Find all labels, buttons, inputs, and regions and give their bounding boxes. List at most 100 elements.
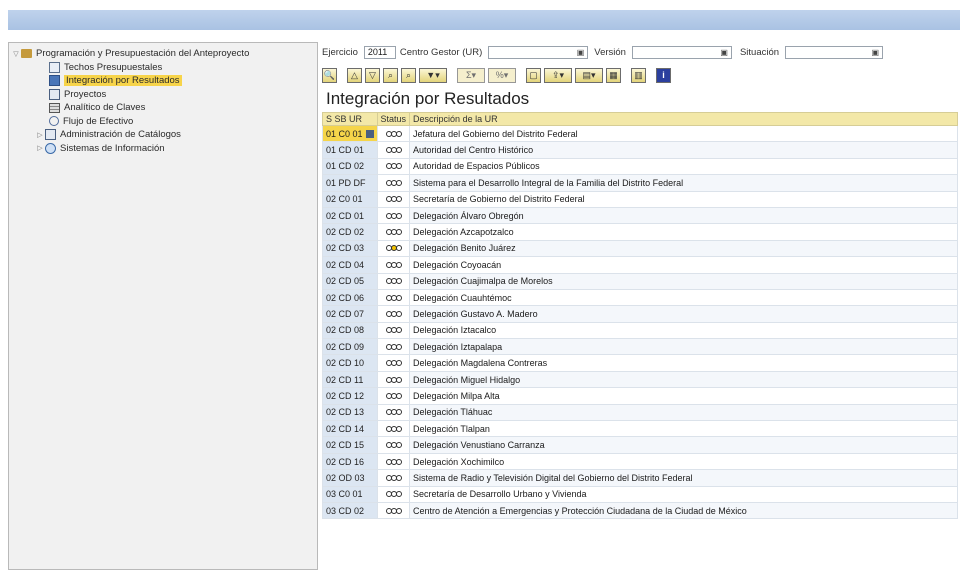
find-next-button[interactable]: ⌕	[401, 67, 416, 83]
table-row[interactable]: 03 C0 01 Secretaría de Desarrollo Urbano …	[322, 485, 958, 503]
table-row[interactable]: 02 CD 16 Delegación Xochimilco	[322, 452, 958, 471]
ur-code-cell[interactable]: 02 CD 03	[322, 239, 378, 258]
ur-code-cell[interactable]: 02 CD 01	[322, 206, 378, 225]
ur-code-cell[interactable]: 03 C0 01	[322, 485, 378, 503]
folder-icon	[21, 49, 32, 59]
expand-icon[interactable]: ▷	[35, 131, 45, 139]
table-row[interactable]: 02 CD 12 Delegación Milpa Alta	[322, 387, 958, 405]
status-cell	[376, 305, 411, 323]
subtotal-button[interactable]: %▾	[488, 67, 516, 83]
status-cell	[376, 338, 411, 356]
table-row[interactable]: 02 CD 07 Delegación Gustavo A. Madero	[322, 305, 958, 323]
version-field[interactable]: ▣	[631, 45, 732, 59]
dropdown-icon[interactable]: ▣	[577, 48, 585, 57]
dropdown-icon[interactable]: ▣	[720, 48, 728, 57]
ur-code-cell[interactable]: 02 CD 15	[322, 436, 378, 454]
tree-node-integracion[interactable]: Integración por Resultados	[9, 74, 317, 88]
tree-node-sistemas[interactable]: ▷ Sistemas de Información	[9, 142, 317, 156]
print-preview-button[interactable]: ▢	[526, 67, 541, 83]
ur-code-cell[interactable]: 01 CD 01	[322, 141, 378, 159]
ur-code-cell[interactable]: 02 CD 10	[322, 354, 378, 372]
info-icon[interactable]: i	[656, 67, 671, 83]
tree-node-catalogos[interactable]: ▷ Administración de Catálogos	[9, 128, 317, 142]
graphic-button[interactable]: ▥	[631, 67, 646, 83]
ur-code-cell[interactable]: 02 CD 16	[322, 452, 378, 471]
dropdown-icon[interactable]: ▣	[871, 48, 879, 57]
set-filter-button[interactable]: ▼▾	[419, 67, 447, 83]
table-row[interactable]: 02 CD 08 Delegación Iztacalco	[322, 321, 958, 340]
description-cell: Delegación Cuauhtémoc	[409, 288, 958, 307]
tree-node-techos[interactable]: Techos Presupuestales	[9, 61, 317, 75]
ur-code-cell[interactable]: 02 CD 14	[322, 420, 378, 438]
table-row[interactable]: 01 CD 01 Autoridad del Centro Histórico	[322, 141, 958, 159]
table-row[interactable]: 02 CD 05 Delegación Cuajimalpa de Morelos	[322, 272, 958, 290]
status-cell	[376, 501, 411, 520]
table-row[interactable]: 02 CD 02 Delegación Azcapotzalco	[322, 223, 958, 241]
table-row[interactable]: 02 CD 04 Delegación Coyoacán	[322, 256, 958, 274]
ur-code-cell[interactable]: 02 CD 08	[322, 321, 378, 340]
table-row[interactable]: 01 C0 01 Jefatura del Gobierno del Distri…	[322, 124, 958, 143]
filter-button[interactable]: ▽	[365, 67, 380, 83]
ur-code-cell[interactable]: 02 CD 07	[322, 305, 378, 323]
tree-node-proyectos[interactable]: Proyectos	[9, 88, 317, 102]
table-row[interactable]: 03 CD 02 Centro de Atención a Emergencias…	[322, 501, 958, 520]
find-button[interactable]: ⌕	[383, 67, 398, 83]
table-row[interactable]: 02 CD 09 Delegación Iztapalapa	[322, 338, 958, 356]
ur-code-cell[interactable]: 02 CD 04	[322, 256, 378, 274]
ur-code: 02 CD 12	[326, 390, 365, 401]
tree-node-analitico[interactable]: Analítico de Claves	[9, 101, 317, 115]
column-header-ur[interactable]: S SB UR	[322, 112, 378, 126]
column-header-description[interactable]: Descripción de la UR	[409, 112, 958, 126]
ur-code: 01 CD 02	[326, 161, 365, 172]
ur-code: 02 CD 09	[326, 341, 365, 352]
traffic-light-icon	[385, 261, 402, 268]
ur-code-cell[interactable]: 02 CD 13	[322, 403, 378, 422]
ur-code-cell[interactable]: 01 C0 01	[322, 124, 378, 143]
ur-code: 01 C0 01	[326, 128, 363, 139]
ur-code-cell[interactable]: 02 CD 02	[322, 223, 378, 241]
table-row[interactable]: 02 CD 14 Delegación Tlalpan	[322, 420, 958, 438]
table-row[interactable]: 02 CD 15 Delegación Venustiano Carranza	[322, 436, 958, 454]
ur-code-cell[interactable]: 02 CD 09	[322, 338, 378, 356]
ur-code-cell[interactable]: 02 CD 05	[322, 272, 378, 290]
tree-node-label: Integración por Resultados	[64, 75, 182, 87]
table-row[interactable]: 02 CD 03 Delegación Benito Juárez	[322, 239, 958, 258]
centro-gestor-field[interactable]: ▣	[488, 45, 589, 59]
ur-code-cell[interactable]: 02 C0 01	[322, 190, 378, 208]
ur-code-cell[interactable]: 02 CD 11	[322, 370, 378, 389]
ur-code: 03 CD 02	[326, 505, 365, 516]
table-row[interactable]: 02 CD 13 Delegación Tláhuac	[322, 403, 958, 422]
traffic-light-icon	[385, 327, 402, 334]
ur-code-cell[interactable]: 01 PD DF	[322, 174, 378, 192]
main-area: Ejercicio 2011 Centro Gestor (UR) ▣ Vers…	[322, 42, 960, 570]
ur-code-cell[interactable]: 03 CD 02	[322, 501, 378, 520]
table-row[interactable]: 02 CD 10 Delegación Magdalena Contreras	[322, 354, 958, 372]
table-row[interactable]: 02 CD 01 Delegación Álvaro Obregón	[322, 206, 958, 225]
status-cell	[376, 239, 411, 258]
table-row[interactable]: 02 OD 03 Sistema de Radio y Televisión Di…	[322, 469, 958, 487]
ur-code-cell[interactable]: 02 OD 03	[322, 469, 378, 487]
views-button[interactable]: ▤▾	[575, 67, 603, 83]
column-header-status[interactable]: Status	[376, 112, 411, 126]
collapse-icon[interactable]: ▽	[11, 50, 21, 58]
tree-node-flujo[interactable]: Flujo de Efectivo	[9, 115, 317, 129]
table-row[interactable]: 01 CD 02 Autoridad de Espacios Públicos	[322, 157, 958, 176]
table-row[interactable]: 02 CD 11 Delegación Miguel Hidalgo	[322, 370, 958, 389]
table-row[interactable]: 01 PD DF Sistema para el Desarrollo Integ…	[322, 174, 958, 192]
situacion-field[interactable]: ▣	[785, 45, 884, 59]
tree-node-root[interactable]: ▽ Programación y Presupuestación del Ant…	[9, 47, 317, 61]
sort-ascending-button[interactable]: △	[347, 67, 362, 83]
table-row[interactable]: 02 C0 01 Secretaría de Gobierno del Distr…	[322, 190, 958, 208]
ur-code-cell[interactable]: 01 CD 02	[322, 157, 378, 176]
ejercicio-field[interactable]: 2011	[363, 45, 396, 59]
value-help-icon[interactable]	[365, 130, 374, 139]
ur-code-cell[interactable]: 02 CD 06	[322, 288, 378, 307]
traffic-light-icon	[385, 245, 402, 252]
expand-icon[interactable]: ▷	[35, 144, 45, 152]
sum-button[interactable]: Σ▾	[457, 67, 485, 83]
table-row[interactable]: 02 CD 06 Delegación Cuauhtémoc	[322, 288, 958, 307]
export-button[interactable]: ⇪▾	[544, 67, 572, 83]
details-button[interactable]: 🔍	[322, 67, 337, 83]
ur-code-cell[interactable]: 02 CD 12	[322, 387, 378, 405]
layout-button[interactable]: ▦	[606, 67, 621, 83]
